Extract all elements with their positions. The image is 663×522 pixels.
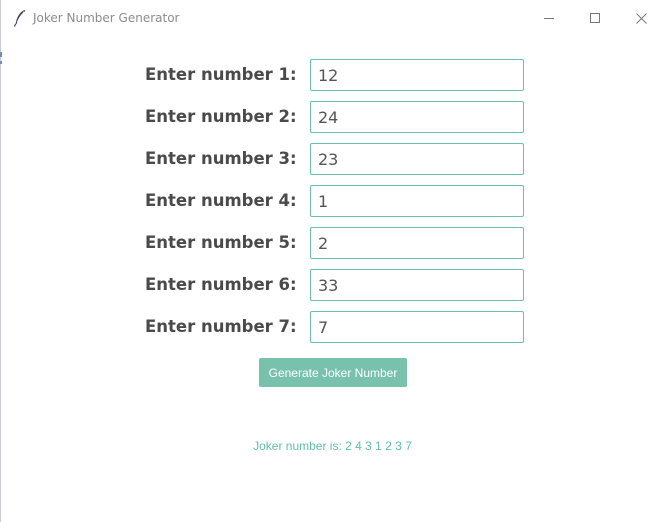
minimize-icon [544, 13, 554, 23]
number-7-input[interactable] [310, 311, 524, 343]
title-bar[interactable]: Joker Number Generator [1, 0, 663, 36]
number-3-label: Enter number 3: [145, 149, 297, 168]
minimize-button[interactable] [526, 0, 572, 36]
form-row-number-7: Enter number 7: [1, 311, 663, 343]
window-title: Joker Number Generator [33, 11, 180, 25]
maximize-icon [590, 13, 600, 23]
form-row-number-4: Enter number 4: [1, 185, 663, 217]
number-2-label: Enter number 2: [145, 107, 297, 126]
form-row-number-6: Enter number 6: [1, 269, 663, 301]
form-row-number-1: Enter number 1: [1, 59, 663, 91]
number-5-label: Enter number 5: [145, 233, 297, 252]
form-row-number-3: Enter number 3: [1, 143, 663, 175]
feather-icon [13, 9, 27, 27]
result-prefix: Joker number is: [253, 439, 342, 453]
number-7-label: Enter number 7: [145, 317, 297, 336]
number-6-label: Enter number 6: [145, 275, 297, 294]
number-4-input[interactable] [310, 185, 524, 217]
app-window: Joker Number Generator Enter number 1: 1… [0, 0, 663, 522]
number-1-label: Enter number 1: [145, 65, 297, 84]
maximize-button[interactable] [572, 0, 618, 36]
number-3-input[interactable] [310, 143, 524, 175]
number-1-input[interactable] [310, 59, 524, 91]
number-4-label: Enter number 4: [145, 191, 297, 210]
close-button[interactable] [618, 0, 663, 36]
close-icon [635, 12, 647, 24]
window-edge-mark [0, 52, 2, 57]
generate-joker-number-button[interactable]: Generate Joker Number [259, 358, 407, 387]
result-value: 2 4 3 1 2 3 7 [345, 439, 412, 453]
number-2-input[interactable] [310, 101, 524, 133]
number-5-input[interactable] [310, 227, 524, 259]
number-6-input[interactable] [310, 269, 524, 301]
form-row-number-2: Enter number 2: [1, 101, 663, 133]
form-row-number-5: Enter number 5: [1, 227, 663, 259]
joker-number-result: Joker number is: 2 4 3 1 2 3 7 [1, 439, 663, 453]
